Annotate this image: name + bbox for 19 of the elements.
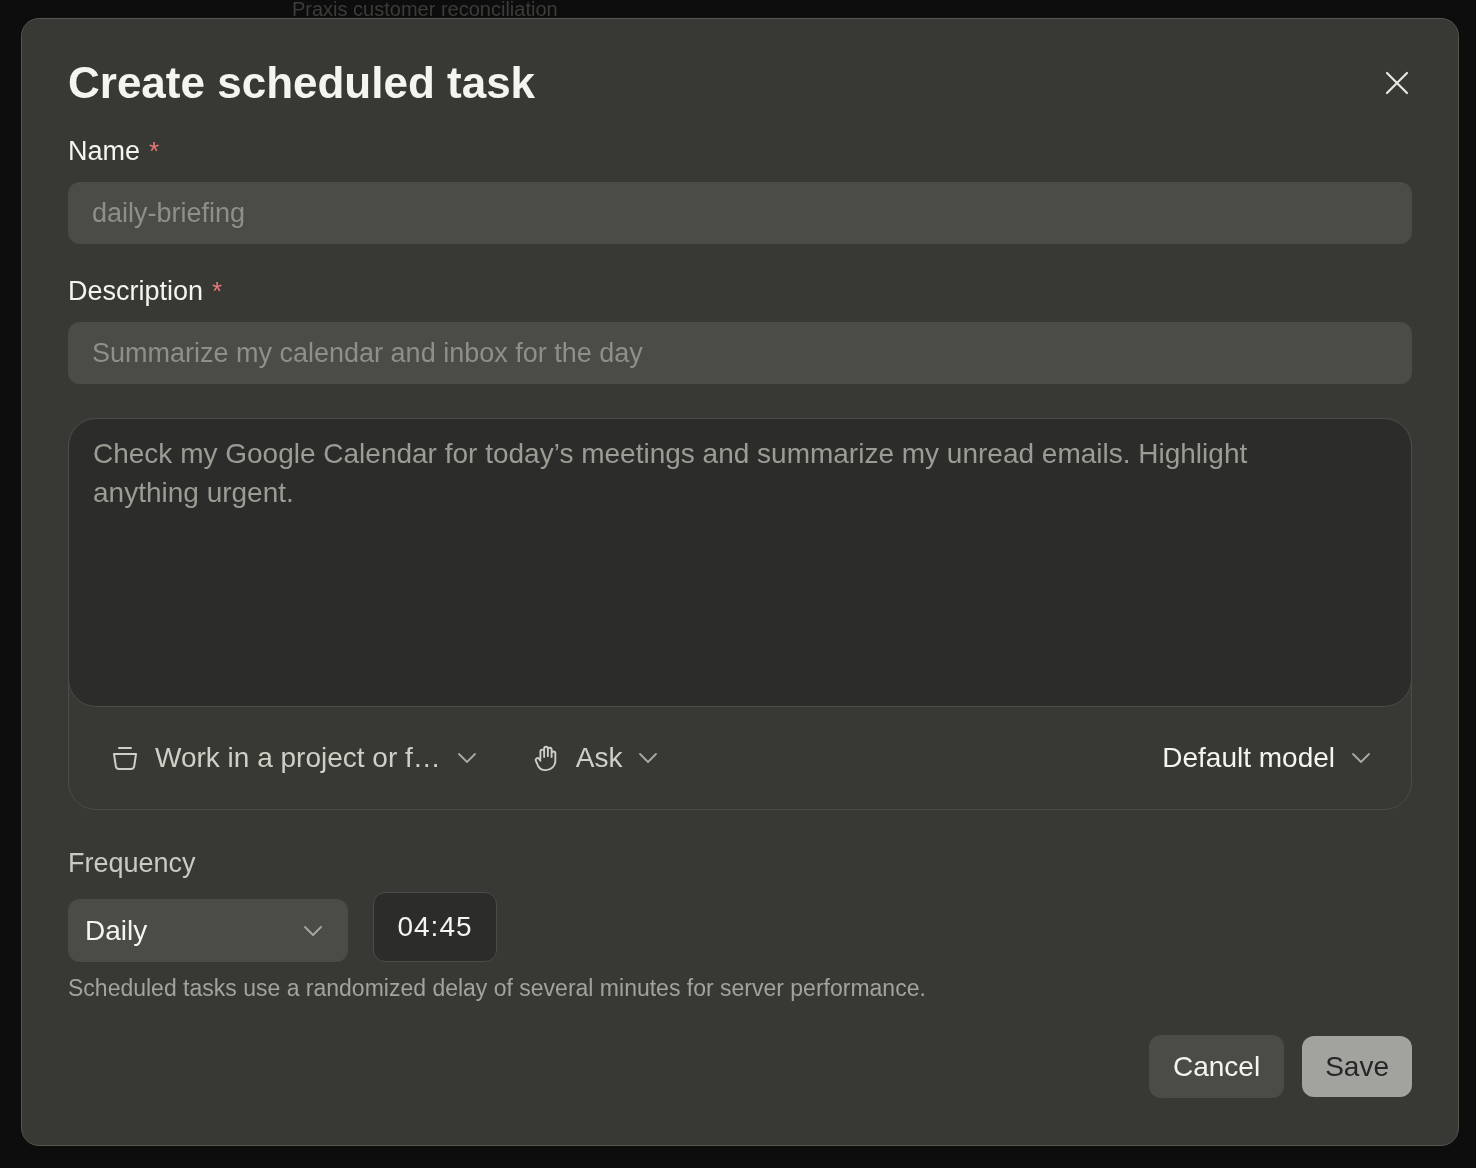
prompt-text-area[interactable]: Check my Google Calendar for today’s meetings and summarize my unread emails. Highlight anything urgent. <box>68 418 1412 707</box>
time-field[interactable]: 04:45 <box>373 892 497 962</box>
cancel-button[interactable]: Cancel <box>1149 1035 1285 1098</box>
required-mark: * <box>212 275 223 307</box>
frequency-label: Frequency <box>68 847 196 879</box>
text-input-field[interactable]: Summarize my calendar and inbox for the day <box>68 322 1412 384</box>
tray-icon <box>111 744 139 772</box>
required-mark: * <box>149 135 160 167</box>
toolbar-dropdown[interactable]: Ask <box>531 741 659 775</box>
close-icon <box>1385 70 1409 95</box>
toolbar-dropdown[interactable]: Default model <box>1162 741 1371 775</box>
toolbar-dropdown[interactable]: Work in a project or f… <box>111 741 477 775</box>
dialog-title: Create scheduled task <box>68 57 536 109</box>
save-button[interactable]: Save <box>1302 1036 1412 1097</box>
hint-text: Scheduled tasks use a randomized delay of several minutes for server performance. <box>68 974 926 1002</box>
frequency-select[interactable]: Daily <box>68 899 348 962</box>
field-label: Name <box>68 135 141 167</box>
text-input-field[interactable]: daily-briefing <box>68 182 1412 244</box>
field-label: Description <box>68 275 204 307</box>
